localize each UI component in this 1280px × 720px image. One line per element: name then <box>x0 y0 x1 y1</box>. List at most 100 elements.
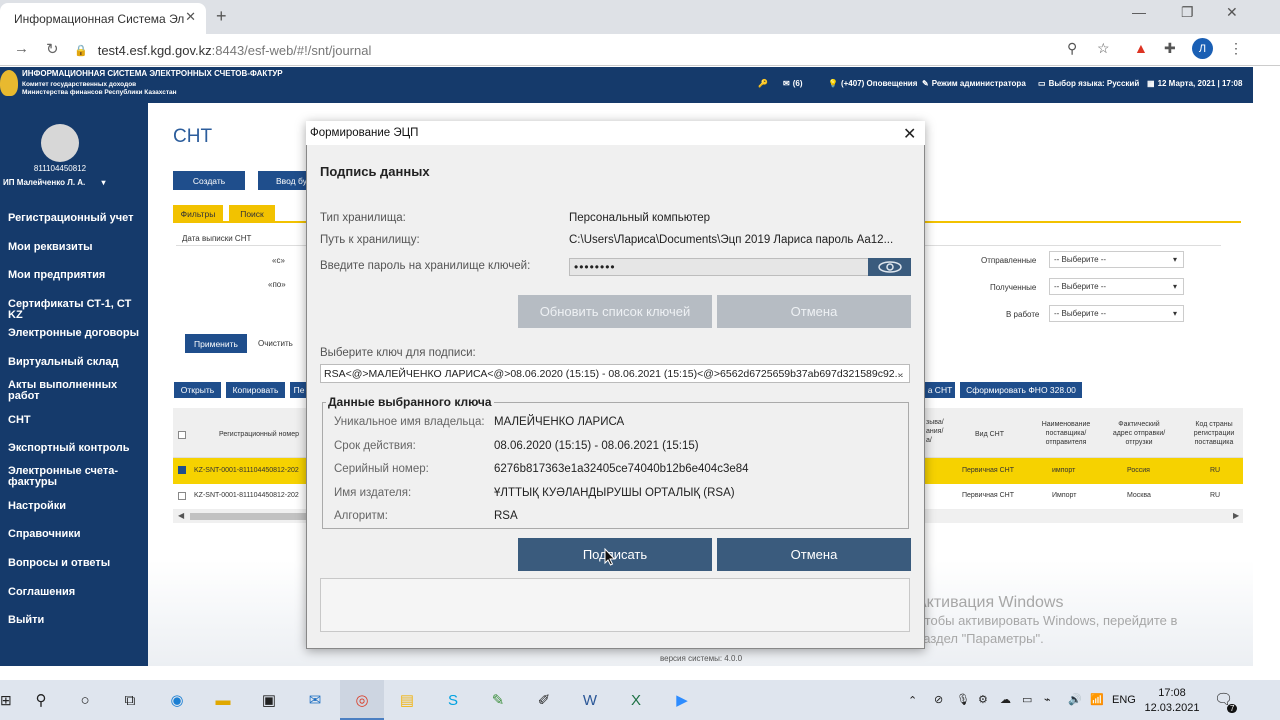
received-filter-label: Полученные <box>990 283 1037 292</box>
microphone-icon[interactable]: 🎙 <box>956 693 970 706</box>
file-explorer-icon[interactable]: ▬ <box>212 690 234 710</box>
sticky-notes-icon[interactable]: ▤ <box>396 690 418 710</box>
selected-key-group-title: Данные выбранного ключа <box>326 395 494 409</box>
open-button[interactable]: Открыть <box>174 382 221 398</box>
sidebar-item-snt[interactable]: СНТ <box>8 415 143 426</box>
search-icon[interactable]: ⚲ <box>30 690 52 710</box>
apply-button[interactable]: Применить <box>185 334 247 353</box>
input-button[interactable]: Ввод бу <box>258 171 308 190</box>
sidebar-item-invoices[interactable]: Электронные счета-фактуры <box>8 466 143 488</box>
sidebar-item-warehouse[interactable]: Виртуальный склад <box>8 357 143 368</box>
close-tab-icon[interactable]: ✕ <box>185 9 196 25</box>
language-link[interactable]: ▭ Выбор языка: Русский <box>1038 79 1139 88</box>
notepad-icon[interactable]: ✎ <box>487 690 509 710</box>
skype-icon[interactable]: S <box>442 690 464 710</box>
store-icon[interactable]: ▣ <box>258 690 280 710</box>
storage-type-value: Персональный компьютер <box>569 212 710 224</box>
windows-start-icon[interactable]: ⊞ <box>0 692 12 709</box>
row-checkbox-checked[interactable] <box>178 466 186 474</box>
edge-icon[interactable]: ◉ <box>166 690 188 710</box>
close-window-icon[interactable]: ✕ <box>1226 4 1238 21</box>
sidebar-item-contracts[interactable]: Электронные договоры <box>8 328 143 339</box>
sidebar-item-settings[interactable]: Настройки <box>8 501 143 512</box>
tray-monitor-icon[interactable]: ▭ <box>1022 693 1032 706</box>
bookmark-star-icon[interactable]: ☆ <box>1097 40 1110 57</box>
volume-icon[interactable]: 🔊 <box>1068 693 1082 706</box>
input-language[interactable]: ENG <box>1112 694 1136 706</box>
from-label: «с» <box>272 256 285 265</box>
lock-icon: 🔒 <box>74 44 88 57</box>
fno-button[interactable]: Сформировать ФНО 328.00 <box>960 382 1082 398</box>
sidebar-item-references[interactable]: Справочники <box>8 529 143 540</box>
sidebar-item-enterprises[interactable]: Мои предприятия <box>8 270 143 281</box>
tray-chevron-icon[interactable]: ⌃ <box>908 694 917 707</box>
refresh-keys-button[interactable]: Обновить список ключей <box>518 295 712 328</box>
new-tab-icon[interactable]: + <box>216 6 227 27</box>
create-button[interactable]: Создать <box>173 171 245 190</box>
show-password-button[interactable] <box>868 258 911 276</box>
forward-icon[interactable]: → <box>14 40 29 57</box>
clear-button[interactable]: Очистить <box>258 339 293 348</box>
taskbar-clock[interactable]: 17:08 12.03.2021 <box>1142 686 1202 716</box>
restore-icon[interactable]: ❐ <box>1181 4 1194 21</box>
received-select[interactable]: -- Выберите -- ▾ <box>1049 278 1184 295</box>
tab-search[interactable]: Поиск <box>229 205 275 222</box>
close-icon[interactable]: ✕ <box>903 124 916 144</box>
page-scrollbar[interactable] <box>1253 67 1280 667</box>
url-host: test4.esf.kgd.gov.kz <box>97 42 212 58</box>
word-icon[interactable]: W <box>579 690 601 710</box>
user-menu[interactable]: ИП Малейченко Л. А. ▾ <box>3 178 106 187</box>
password-field[interactable]: •••••••• <box>569 258 869 276</box>
browser-tab[interactable]: Информационная Система Эл ✕ <box>0 3 206 34</box>
excel-icon[interactable]: X <box>625 690 647 710</box>
sidebar-item-logout[interactable]: Выйти <box>8 615 143 626</box>
task-view-icon[interactable]: ⧉ <box>119 690 141 710</box>
tray-settings-icon[interactable]: ⚙ <box>978 693 988 706</box>
profile-avatar[interactable]: Л <box>1192 38 1213 59</box>
sidebar-item-acts[interactable]: Акты выполненных работ <box>8 380 143 402</box>
sidebar-item-registration[interactable]: Регистрационный учет <box>8 213 143 224</box>
row-supplier: Импорт <box>1052 492 1077 499</box>
row-checkbox[interactable] <box>178 492 186 500</box>
validity-value: 08.06.2020 (15:15) - 08.06.2021 (15:15) <box>494 440 699 452</box>
minimize-icon[interactable]: — <box>1132 4 1146 20</box>
cancel-top-button[interactable]: Отмена <box>717 295 911 328</box>
mail-app-icon[interactable]: ✉ <box>304 690 326 710</box>
copy-button[interactable]: Копировать <box>226 382 285 398</box>
wifi-icon[interactable]: 📶 <box>1090 693 1104 706</box>
select-all-checkbox[interactable] <box>178 431 186 439</box>
url-field[interactable]: 🔒 test4.esf.kgd.gov.kz:8443/esf-web/#!/s… <box>74 38 1124 62</box>
sidebar-item-certificates[interactable]: Сертификаты СТ-1, СТ KZ <box>8 299 143 321</box>
extensions-icon[interactable]: ✚ <box>1164 40 1176 57</box>
reload-icon[interactable]: ↻ <box>46 40 59 58</box>
zoom-icon[interactable]: ⚲ <box>1067 40 1077 57</box>
key-select[interactable]: RSA<@>МАЛЕЙЧЕНКО ЛАРИСА<@>08.06.2020 (15… <box>320 364 910 383</box>
tray-app-icon[interactable]: ⊘ <box>934 693 943 706</box>
sidebar-item-export-control[interactable]: Экспортный контроль <box>8 443 143 454</box>
browser-menu-icon[interactable]: ⋮ <box>1229 40 1243 57</box>
snt-button[interactable]: а СНТ <box>925 382 955 398</box>
sidebar-item-faq[interactable]: Вопросы и ответы <box>8 558 143 569</box>
sent-select[interactable]: -- Выберите -- ▾ <box>1049 251 1184 268</box>
mail-link[interactable]: ✉ (6) <box>783 79 802 88</box>
zoom-app-icon[interactable]: ▶ <box>671 690 693 710</box>
mail-icon: ✉ <box>783 79 790 88</box>
tab-filters[interactable]: Фильтры <box>173 205 223 222</box>
admin-mode-link[interactable]: ✎ Режим администратора <box>922 79 1026 88</box>
tray-skype-icon[interactable]: ☁ <box>1000 693 1011 706</box>
key-icon[interactable]: 🔑 <box>758 79 768 88</box>
scrollbar-thumb[interactable] <box>190 513 310 520</box>
notifications-link[interactable]: 💡 (+407) Оповещения <box>828 79 917 88</box>
scroll-right-icon[interactable]: ▶ <box>1233 511 1239 520</box>
sidebar-item-requisites[interactable]: Мои реквизиты <box>8 242 143 253</box>
cancel-button[interactable]: Отмена <box>717 538 911 571</box>
tray-usb-icon[interactable]: ⌁ <box>1044 693 1051 706</box>
work-select[interactable]: -- Выберите -- ▾ <box>1049 305 1184 322</box>
sidebar-item-agreements[interactable]: Соглашения <box>8 587 143 598</box>
chrome-icon[interactable]: ◎ <box>351 690 373 710</box>
scroll-left-icon[interactable]: ◀ <box>178 511 184 520</box>
serial-value: 6276b817363e1a32405ce74040b12b6e404c3e84 <box>494 463 749 475</box>
cortana-icon[interactable]: ○ <box>74 690 96 710</box>
pdf-extension-icon[interactable]: ▲ <box>1134 40 1148 56</box>
pen-app-icon[interactable]: ✐ <box>533 690 555 710</box>
